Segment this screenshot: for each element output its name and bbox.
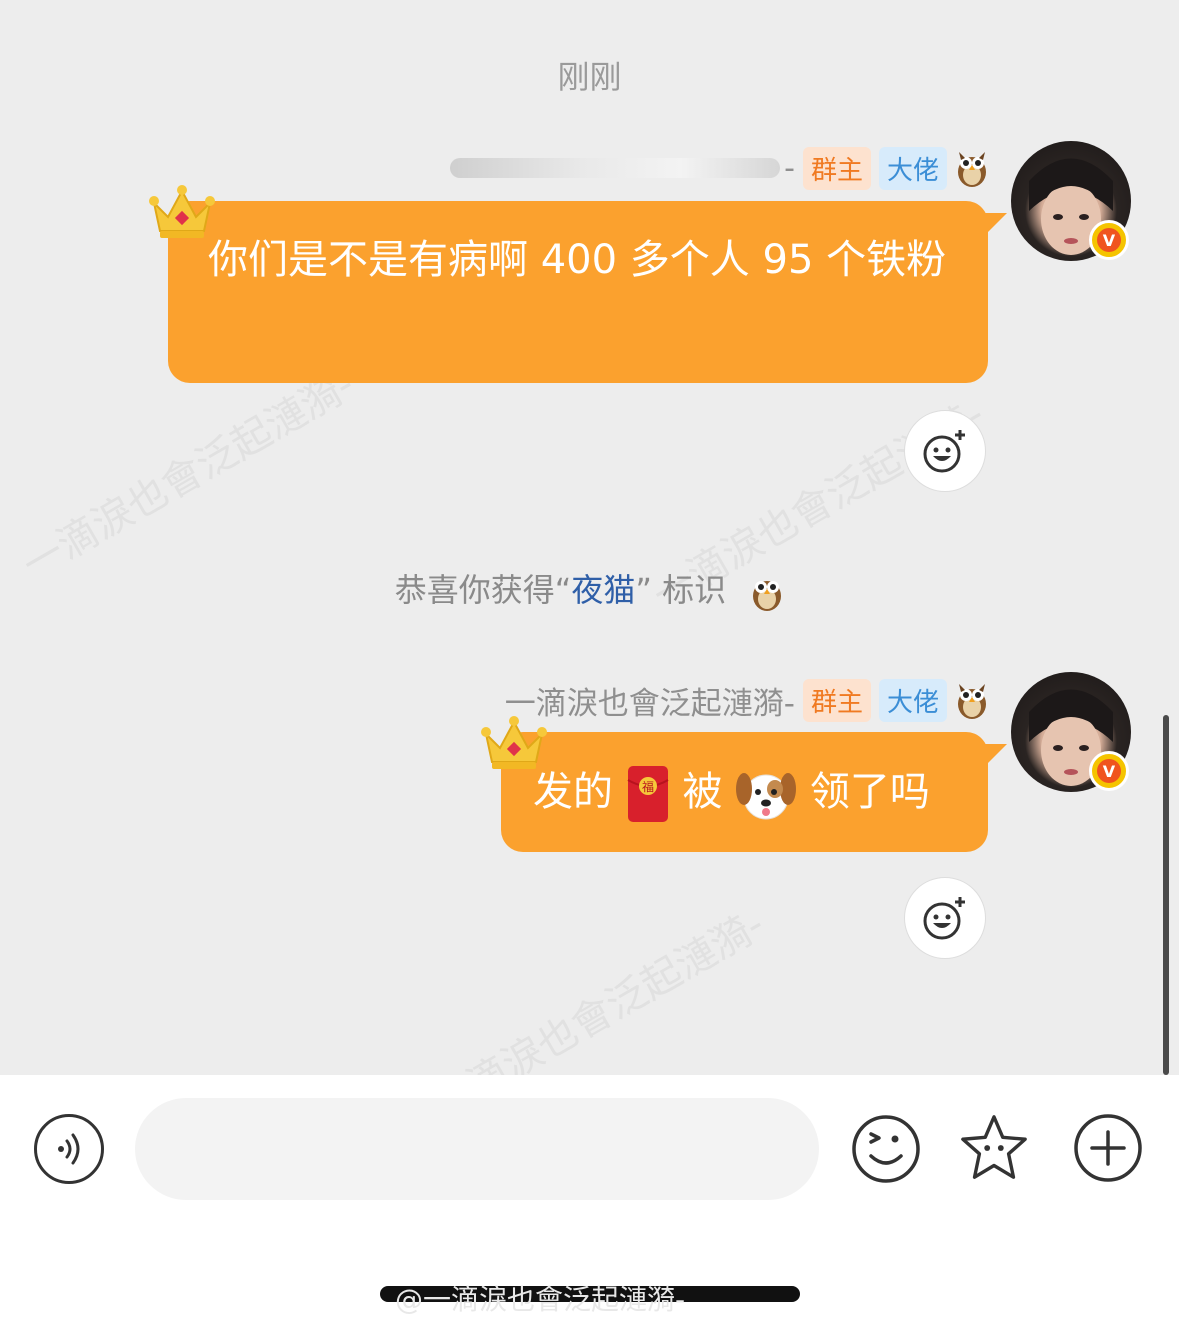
plus-button[interactable]: [1072, 1112, 1144, 1184]
system-notice-close-quote: ”: [635, 571, 652, 609]
badge-group-owner: 群主: [802, 146, 871, 190]
verified-badge-icon: V: [1089, 751, 1129, 791]
owl-icon: [753, 581, 782, 611]
plus-icon: [1074, 1114, 1142, 1182]
emoji-icon: [852, 1115, 920, 1183]
chat-bubble[interactable]: 发的 福 被 领了吗: [501, 732, 988, 852]
sender-row: 一滴淚也會泛起漣漪- 群主 大佬: [505, 678, 989, 722]
crown-icon: [481, 716, 547, 769]
owl-icon: [958, 152, 986, 187]
emoji-button[interactable]: [850, 1113, 922, 1185]
red-envelope-icon: 福: [627, 766, 669, 822]
system-notice-prefix: 恭喜你获得: [394, 571, 555, 609]
add-reaction-button[interactable]: [904, 410, 986, 492]
bubble-text-part: 领了吗: [809, 769, 930, 815]
sender-row: - 群主 大佬: [450, 146, 989, 190]
svg-text:福: 福: [642, 779, 654, 794]
system-notice-highlight: 夜猫: [571, 571, 636, 609]
system-notice-suffix: 标识: [651, 571, 727, 609]
add-reaction-icon: [923, 430, 965, 473]
watermark-text: 一滴淚也會泛起漣漪-: [15, 361, 363, 589]
badge-boss: 大佬: [878, 146, 947, 190]
sticker-button[interactable]: [958, 1112, 1030, 1184]
message-timestamp: 刚刚: [557, 58, 622, 96]
voice-button[interactable]: [34, 1114, 104, 1184]
weibo-credit-text: @一滴淚也會泛起漣漪-: [395, 1283, 686, 1316]
badge-boss: 大佬: [878, 678, 947, 722]
chat-bubble[interactable]: 你们是不是有病啊 400 多个人 95 个铁粉: [168, 201, 988, 383]
sender-name-redacted: [450, 158, 781, 178]
system-notice-open-quote: “: [554, 571, 572, 609]
dog-face-icon: [736, 773, 797, 820]
owl-icon: [958, 684, 986, 719]
bubble-text-part: 被: [682, 769, 723, 815]
star-sticker-icon: [961, 1115, 1027, 1179]
scrollbar[interactable]: [1163, 715, 1169, 1075]
bubble-tail: [985, 213, 1007, 235]
sender-name-suffix: -: [784, 150, 795, 186]
sender-name[interactable]: 一滴淚也會泛起漣漪-: [505, 678, 795, 723]
message-input[interactable]: [135, 1098, 819, 1200]
voice-icon: [58, 1133, 80, 1165]
add-reaction-button[interactable]: [904, 877, 986, 959]
badge-group-owner: 群主: [802, 678, 871, 722]
system-notice: 恭喜你获得“夜猫” 标识: [0, 565, 1179, 612]
bubble-tail: [985, 744, 1007, 766]
crown-icon: [149, 185, 215, 238]
verified-badge-icon: V: [1089, 220, 1129, 260]
bubble-text-part: 发的: [533, 769, 613, 815]
add-reaction-icon: [923, 897, 965, 940]
